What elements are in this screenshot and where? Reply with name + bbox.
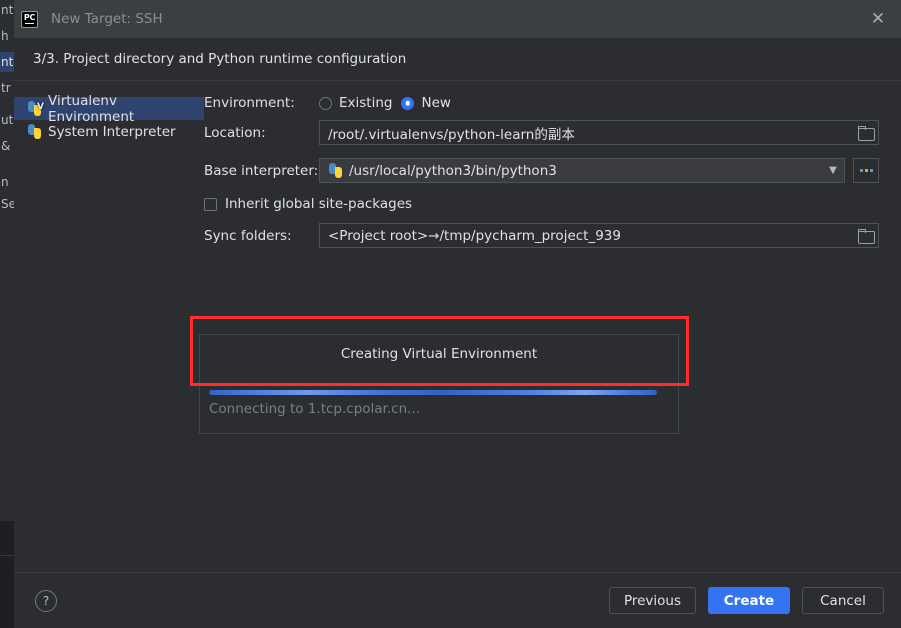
- location-value: /root/.virtualenvs/python-learn的副本: [328, 123, 854, 143]
- step-header-label: 3/3. Project directory and Python runtim…: [33, 51, 406, 67]
- radio-new-label: New: [421, 95, 450, 111]
- create-button[interactable]: Create: [708, 587, 790, 614]
- progress-panel: Creating Virtual Environment Connecting …: [199, 334, 679, 434]
- base-interpreter-combobox[interactable]: /usr/local/python3/bin/python3 ▼: [319, 158, 845, 183]
- radio-existing-label: Existing: [339, 95, 392, 111]
- environment-label: Environment:: [204, 95, 319, 111]
- close-icon[interactable]: ✕: [855, 0, 901, 38]
- python-virtualenv-icon: V: [27, 101, 42, 116]
- dialog-titlebar: PC New Target: SSH ✕: [14, 0, 901, 38]
- radio-new[interactable]: New: [401, 95, 450, 111]
- help-button[interactable]: ?: [35, 590, 57, 612]
- inherit-site-packages-label: Inherit global site-packages: [225, 196, 412, 212]
- dialog-title: New Target: SSH: [51, 11, 163, 27]
- base-interpreter-value: /usr/local/python3/bin/python3: [349, 163, 822, 179]
- base-interpreter-browse-button[interactable]: [853, 158, 879, 183]
- sync-folders-row: Sync folders: <Project root>→/tmp/pychar…: [204, 223, 901, 248]
- progress-bar: [209, 390, 657, 395]
- sidebar-item-label: Virtualenv Environment: [48, 93, 204, 125]
- dialog-footer: ? Previous Create Cancel: [14, 572, 901, 628]
- python-icon: [27, 124, 42, 139]
- progress-title: Creating Virtual Environment: [200, 346, 678, 362]
- radio-existing-indicator: [319, 97, 332, 110]
- chevron-down-icon[interactable]: ▼: [826, 165, 840, 176]
- sync-folders-label: Sync folders:: [204, 228, 319, 244]
- dialog-body: V Virtualenv Environment System Interpre…: [14, 81, 901, 572]
- folder-icon[interactable]: [858, 126, 874, 140]
- sync-folders-input[interactable]: <Project root>→/tmp/pycharm_project_939: [319, 223, 879, 248]
- inherit-site-packages-row: Inherit global site-packages: [204, 196, 901, 212]
- sidebar-item-virtualenv-environment[interactable]: V Virtualenv Environment: [14, 97, 204, 120]
- location-label: Location:: [204, 125, 319, 141]
- new-target-ssh-dialog: PC New Target: SSH ✕ 3/3. Project direct…: [14, 0, 901, 628]
- folder-icon[interactable]: [858, 229, 874, 243]
- environment-radio-group: Existing New: [319, 95, 451, 111]
- environment-type-list: V Virtualenv Environment System Interpre…: [14, 81, 204, 572]
- sync-folders-value: <Project root>→/tmp/pycharm_project_939: [328, 228, 854, 244]
- screen: nt h nt tr ut & n Se PC New Target: SSH …: [0, 0, 901, 628]
- base-interpreter-label: Base interpreter:: [204, 163, 319, 179]
- pycharm-icon-text: PC: [24, 14, 35, 22]
- step-header: 3/3. Project directory and Python runtim…: [14, 38, 901, 81]
- pycharm-icon-underline: [25, 23, 34, 25]
- inherit-site-packages-checkbox[interactable]: [204, 198, 217, 211]
- location-input[interactable]: /root/.virtualenvs/python-learn的副本: [319, 120, 879, 145]
- location-row: Location: /root/.virtualenvs/python-lear…: [204, 120, 901, 145]
- progress-status-text: Connecting to 1.tcp.cpolar.cn...: [209, 401, 420, 417]
- sidebar-item-system-interpreter[interactable]: System Interpreter: [14, 120, 204, 143]
- environment-row: Environment: Existing New: [204, 95, 901, 111]
- cancel-button[interactable]: Cancel: [802, 587, 884, 614]
- sidebar-item-label: System Interpreter: [48, 124, 176, 140]
- environment-form: Environment: Existing New Loca: [204, 81, 901, 572]
- radio-new-indicator: [401, 97, 414, 110]
- pycharm-icon: PC: [21, 11, 38, 28]
- previous-button[interactable]: Previous: [609, 587, 696, 614]
- base-interpreter-row: Base interpreter: /usr/local/python3/bin…: [204, 158, 901, 183]
- radio-existing[interactable]: Existing: [319, 95, 392, 111]
- python-icon: [328, 163, 343, 178]
